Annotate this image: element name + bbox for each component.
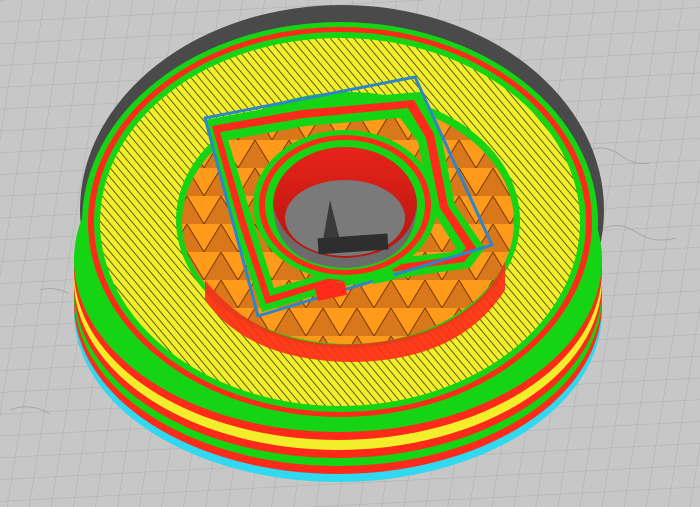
scene-canvas bbox=[0, 0, 700, 507]
3d-viewport[interactable] bbox=[0, 0, 700, 507]
center-bore bbox=[253, 130, 437, 280]
